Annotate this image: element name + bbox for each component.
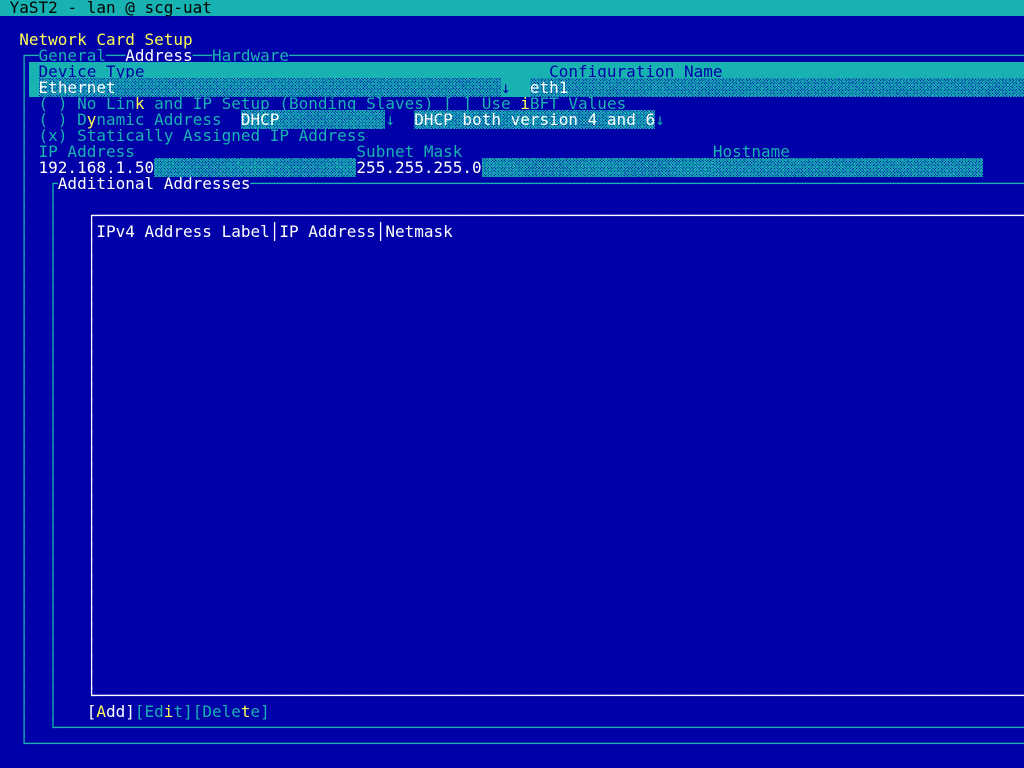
- outer-frame-bottom: └───────────────────────────────────────…: [0, 736, 1024, 752]
- titlebar-text: YaST2 - lan @ scg-uat: [10, 0, 212, 17]
- titlebar: YaST2 - lan @ scg-uat: [0, 0, 1024, 16]
